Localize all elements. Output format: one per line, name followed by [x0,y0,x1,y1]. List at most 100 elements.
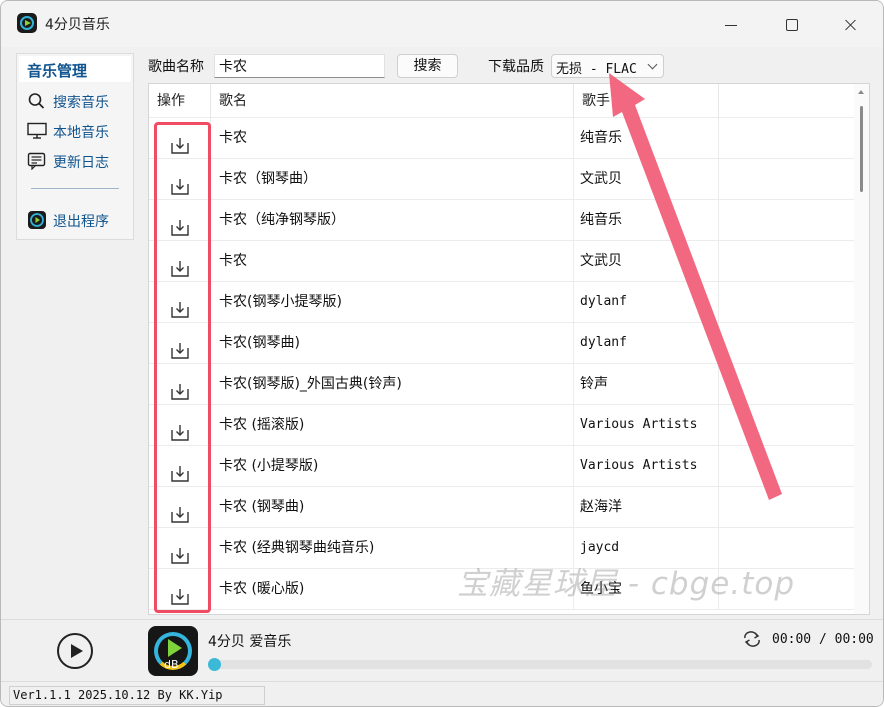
action-cell [149,159,211,200]
empty-cell [719,487,854,528]
search-button[interactable]: 搜索 [397,54,458,78]
table-row[interactable]: 卡农 (暖心版) 鱼小宝 [149,569,854,610]
artist-cell: 纯音乐 [574,118,719,159]
results-table: 操作 歌名 歌手 卡农 纯音乐 卡农（钢琴曲） 文武贝 卡农（纯净钢琴版） 纯音乐 卡农 文武… [148,83,870,615]
sidebar-item-search[interactable]: 搜索音乐 [25,90,131,112]
download-icon[interactable] [171,253,189,277]
column-header-title[interactable]: 歌名 [211,84,574,118]
table-row[interactable]: 卡农(钢琴小提琴版) dylanf [149,282,854,323]
table-row[interactable]: 卡农 (小提琴版) Various Artists [149,446,854,487]
column-header-artist[interactable]: 歌手 [574,84,719,118]
action-cell [149,405,211,446]
download-icon[interactable] [171,212,189,236]
album-cover: dB [148,626,198,676]
download-icon[interactable] [171,376,189,400]
sidebar: 音乐管理 搜索音乐 本地音乐 更新日志 退出程序 [16,53,134,240]
song-title-cell: 卡农(钢琴小提琴版) [211,282,574,323]
song-title-cell: 卡农（纯净钢琴版） [211,200,574,241]
scroll-thumb[interactable] [860,106,863,192]
sidebar-item-exit[interactable]: 退出程序 [25,209,131,231]
quality-value: 无损 - FLAC [556,62,637,77]
vertical-scrollbar[interactable] [854,84,869,614]
table-body: 卡农 纯音乐 卡农（钢琴曲） 文武贝 卡农（纯净钢琴版） 纯音乐 卡农 文武贝 卡农(钢琴小提琴… [149,118,854,610]
song-name-label: 歌曲名称 [148,59,204,75]
window-title: 4分贝音乐 [45,17,110,33]
action-cell [149,364,211,405]
song-title-cell: 卡农 (经典钢琴曲纯音乐) [211,528,574,569]
empty-cell [719,323,854,364]
play-button[interactable] [57,633,93,669]
action-cell [149,323,211,364]
progress-bar[interactable] [208,658,872,671]
table-row[interactable]: 卡农（纯净钢琴版） 纯音乐 [149,200,854,241]
artist-cell: 铃声 [574,364,719,405]
action-cell [149,282,211,323]
artist-cell: 赵海洋 [574,487,719,528]
search-icon [28,93,45,109]
now-playing-title: 4分贝 爱音乐 [208,634,292,650]
repeat-icon[interactable] [741,630,763,648]
song-title-cell: 卡农 (钢琴曲) [211,487,574,528]
table-row[interactable]: 卡农 (经典钢琴曲纯音乐) jaycd [149,528,854,569]
song-title-cell: 卡农(钢琴曲) [211,323,574,364]
maximize-button[interactable] [761,1,821,47]
chevron-down-icon [647,59,658,70]
table-header: 操作 歌名 歌手 [149,84,869,118]
log-icon [27,152,46,170]
table-row[interactable]: 卡农 文武贝 [149,241,854,282]
artist-cell: dylanf [574,282,719,323]
title-bar: 4分贝音乐 [1,1,883,47]
quality-select[interactable]: 无损 - FLAC [551,54,664,78]
download-icon[interactable] [171,130,189,154]
download-icon[interactable] [171,335,189,359]
download-icon[interactable] [171,171,189,195]
column-header-empty [719,84,851,118]
progress-knob[interactable] [208,658,221,671]
song-title-cell: 卡农 [211,241,574,282]
artist-cell: 鱼小宝 [574,569,719,610]
sidebar-item-local[interactable]: 本地音乐 [25,120,131,142]
song-title-cell: 卡农 (摇滚版) [211,405,574,446]
action-cell [149,487,211,528]
empty-cell [719,528,854,569]
playback-time: 00:00 / 00:00 [772,632,874,647]
table-row[interactable]: 卡农 纯音乐 [149,118,854,159]
artist-cell: 纯音乐 [574,200,719,241]
download-icon[interactable] [171,499,189,523]
empty-cell [719,282,854,323]
artist-cell: 文武贝 [574,159,719,200]
download-icon[interactable] [171,294,189,318]
song-title-cell: 卡农 [211,118,574,159]
app-logo-icon [17,13,37,33]
action-cell [149,200,211,241]
close-button[interactable] [821,1,881,47]
cover-text: dB [164,658,179,671]
empty-cell [719,569,854,610]
table-row[interactable]: 卡农（钢琴曲） 文武贝 [149,159,854,200]
action-cell [149,528,211,569]
sidebar-item-changelog[interactable]: 更新日志 [25,150,131,172]
status-bar: Ver1.1.1 2025.10.12 By KK.Yip [1,681,883,706]
minimize-button[interactable] [701,1,761,47]
table-row[interactable]: 卡农(钢琴版)_外国古典(铃声) 铃声 [149,364,854,405]
sidebar-item-label: 本地音乐 [53,125,109,141]
table-row[interactable]: 卡农 (钢琴曲) 赵海洋 [149,487,854,528]
empty-cell [719,405,854,446]
song-name-input[interactable] [214,54,385,78]
monitor-icon [27,122,47,139]
empty-cell [719,200,854,241]
scroll-up-arrow-icon[interactable] [858,90,864,94]
table-row[interactable]: 卡农(钢琴曲) dylanf [149,323,854,364]
sidebar-item-label: 退出程序 [53,214,109,230]
artist-cell: Various Artists [574,405,719,446]
action-cell [149,241,211,282]
download-icon[interactable] [171,581,189,605]
table-row[interactable]: 卡农 (摇滚版) Various Artists [149,405,854,446]
download-icon[interactable] [171,458,189,482]
artist-cell: Various Artists [574,446,719,487]
sidebar-divider [31,188,119,189]
download-icon[interactable] [171,540,189,564]
empty-cell [719,364,854,405]
download-icon[interactable] [171,417,189,441]
column-header-action[interactable]: 操作 [149,84,211,118]
